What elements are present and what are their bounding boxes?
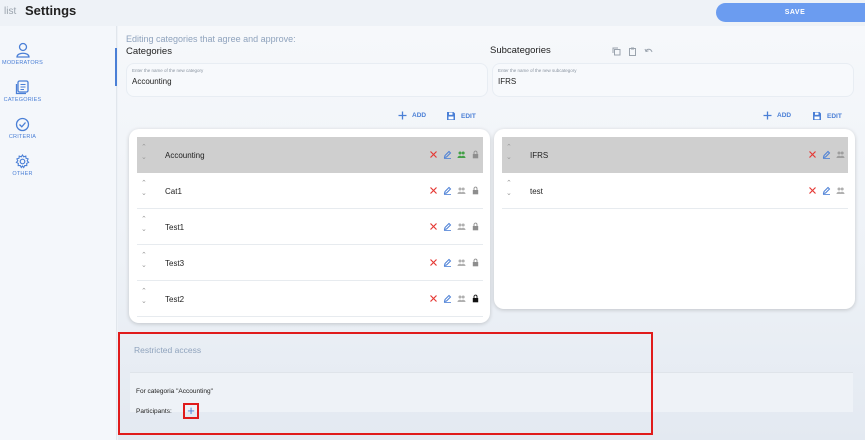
edit-category-button[interactable]: EDIT: [446, 111, 476, 121]
delete-icon[interactable]: [808, 150, 817, 159]
reorder-arrows[interactable]: ⌃ ⌄: [141, 215, 149, 235]
restricted-access-section: Restricted access For categoria "Account…: [118, 332, 653, 435]
subcategory-toolbar: [612, 47, 653, 56]
reorder-arrows[interactable]: ⌃ ⌄: [141, 251, 149, 271]
undo-icon[interactable]: [644, 47, 653, 56]
reorder-arrows[interactable]: ⌃ ⌄: [506, 143, 514, 163]
lock-icon[interactable]: [471, 186, 480, 195]
add-subcategory-button[interactable]: ADD: [763, 111, 791, 120]
group-icon[interactable]: [836, 186, 845, 195]
subcategory-input-placeholder: Enter the name of the new subcategory: [498, 68, 577, 73]
list-item[interactable]: ⌃ ⌄ Test2: [137, 281, 483, 317]
delete-icon[interactable]: [429, 294, 438, 303]
group-icon[interactable]: [457, 186, 466, 195]
list-item[interactable]: ⌃ ⌄ IFRS: [502, 137, 848, 173]
lock-icon[interactable]: [471, 150, 480, 159]
edit-label: EDIT: [827, 112, 842, 120]
sidebar-item-moderators[interactable]: MODERATORS: [0, 42, 45, 66]
save-icon: [813, 112, 821, 120]
restricted-category-text: For categoria "Accounting": [136, 388, 213, 395]
categories-list: ⌃ ⌄ Accounting ⌃ ⌄ Cat1 ⌃ ⌄ Test1 ⌃ ⌄ Test3: [129, 129, 490, 323]
group-icon[interactable]: [457, 258, 466, 267]
clipboard-icon[interactable]: [628, 47, 637, 56]
reorder-arrows[interactable]: ⌃ ⌄: [141, 179, 149, 199]
sidebar-item-label: MODERATORS: [2, 60, 43, 66]
list-item[interactable]: ⌃ ⌄ test: [502, 173, 848, 209]
document-stack-icon: [15, 80, 29, 95]
delete-icon[interactable]: [429, 258, 438, 267]
edit-pencil-icon[interactable]: [822, 186, 831, 195]
add-label: ADD: [412, 112, 427, 119]
category-name: Cat1: [165, 187, 182, 196]
add-label: ADD: [777, 112, 792, 119]
edit-pencil-icon[interactable]: [443, 186, 452, 195]
edit-pencil-icon[interactable]: [443, 150, 452, 159]
active-indicator: [115, 48, 117, 86]
sidebar-item-criteria[interactable]: CRITERIA: [0, 117, 45, 140]
edit-pencil-icon[interactable]: [443, 222, 452, 231]
subcategories-list: ⌃ ⌄ IFRS ⌃ ⌄ test: [494, 129, 855, 309]
top-bar: list Settings SAVE: [0, 0, 865, 26]
reorder-arrows[interactable]: ⌃ ⌄: [506, 179, 514, 199]
sidebar-item-label: CATEGORIES: [3, 97, 42, 103]
categories-title: Categories: [126, 46, 172, 57]
edit-label: EDIT: [461, 112, 476, 120]
person-icon: [15, 42, 30, 58]
subcategories-title: Subcategories: [490, 45, 551, 56]
group-icon[interactable]: [457, 294, 466, 303]
participants-label: Participants:: [136, 408, 172, 415]
subcategory-name: IFRS: [530, 151, 549, 160]
add-category-button[interactable]: ADD: [398, 111, 426, 120]
edit-pencil-icon[interactable]: [822, 150, 831, 159]
delete-icon[interactable]: [429, 222, 438, 231]
list-item[interactable]: ⌃ ⌄ Cat1: [137, 173, 483, 209]
save-icon: [447, 112, 455, 120]
delete-icon[interactable]: [429, 150, 438, 159]
lock-icon[interactable]: [471, 258, 480, 267]
page-title: Settings: [25, 3, 77, 18]
subcategory-input-value[interactable]: IFRS: [498, 77, 516, 86]
copy-icon[interactable]: [612, 47, 621, 56]
delete-icon[interactable]: [808, 186, 817, 195]
edit-pencil-icon[interactable]: [443, 294, 452, 303]
lock-icon[interactable]: [471, 222, 480, 231]
group-icon[interactable]: [457, 150, 466, 159]
edit-subcategory-button[interactable]: EDIT: [812, 111, 842, 121]
section-header: Editing categories that agree and approv…: [126, 34, 296, 44]
list-item[interactable]: ⌃ ⌄ Test1: [137, 209, 483, 245]
list-item[interactable]: ⌃ ⌄ Test3: [137, 245, 483, 281]
save-button[interactable]: SAVE: [716, 3, 865, 22]
sidebar-item-label: CRITERIA: [8, 134, 37, 140]
add-participant-button[interactable]: +: [183, 403, 199, 419]
breadcrumb[interactable]: list: [4, 6, 16, 17]
list-item[interactable]: ⌃ ⌄ Accounting: [137, 137, 483, 173]
gear-icon: [15, 154, 30, 169]
reorder-arrows[interactable]: ⌃ ⌄: [141, 287, 149, 307]
lock-icon[interactable]: [471, 294, 480, 303]
edit-pencil-icon[interactable]: [443, 258, 452, 267]
plus-icon: [398, 111, 407, 120]
check-circle-icon: [15, 117, 30, 132]
subcategory-input[interactable]: Enter the name of the new subcategory IF…: [492, 63, 854, 97]
group-icon[interactable]: [836, 150, 845, 159]
group-icon[interactable]: [457, 222, 466, 231]
category-input-value[interactable]: Accounting: [132, 77, 172, 86]
category-input[interactable]: Enter the name of the new category Accou…: [126, 63, 488, 97]
sidebar-item-other[interactable]: OTHER: [0, 154, 45, 177]
sidebar-item-label: OTHER: [12, 171, 33, 177]
sidebar-item-categories[interactable]: CATEGORIES: [0, 80, 45, 103]
category-input-placeholder: Enter the name of the new category: [132, 68, 204, 73]
category-name: Test1: [165, 223, 185, 232]
category-name: Accounting: [165, 151, 205, 160]
restricted-title: Restricted access: [134, 345, 202, 355]
reorder-arrows[interactable]: ⌃ ⌄: [141, 143, 149, 163]
category-name: Test2: [165, 295, 185, 304]
delete-icon[interactable]: [429, 186, 438, 195]
category-name: Test3: [165, 259, 185, 268]
plus-icon: [763, 111, 772, 120]
subcategory-name: test: [530, 187, 543, 196]
